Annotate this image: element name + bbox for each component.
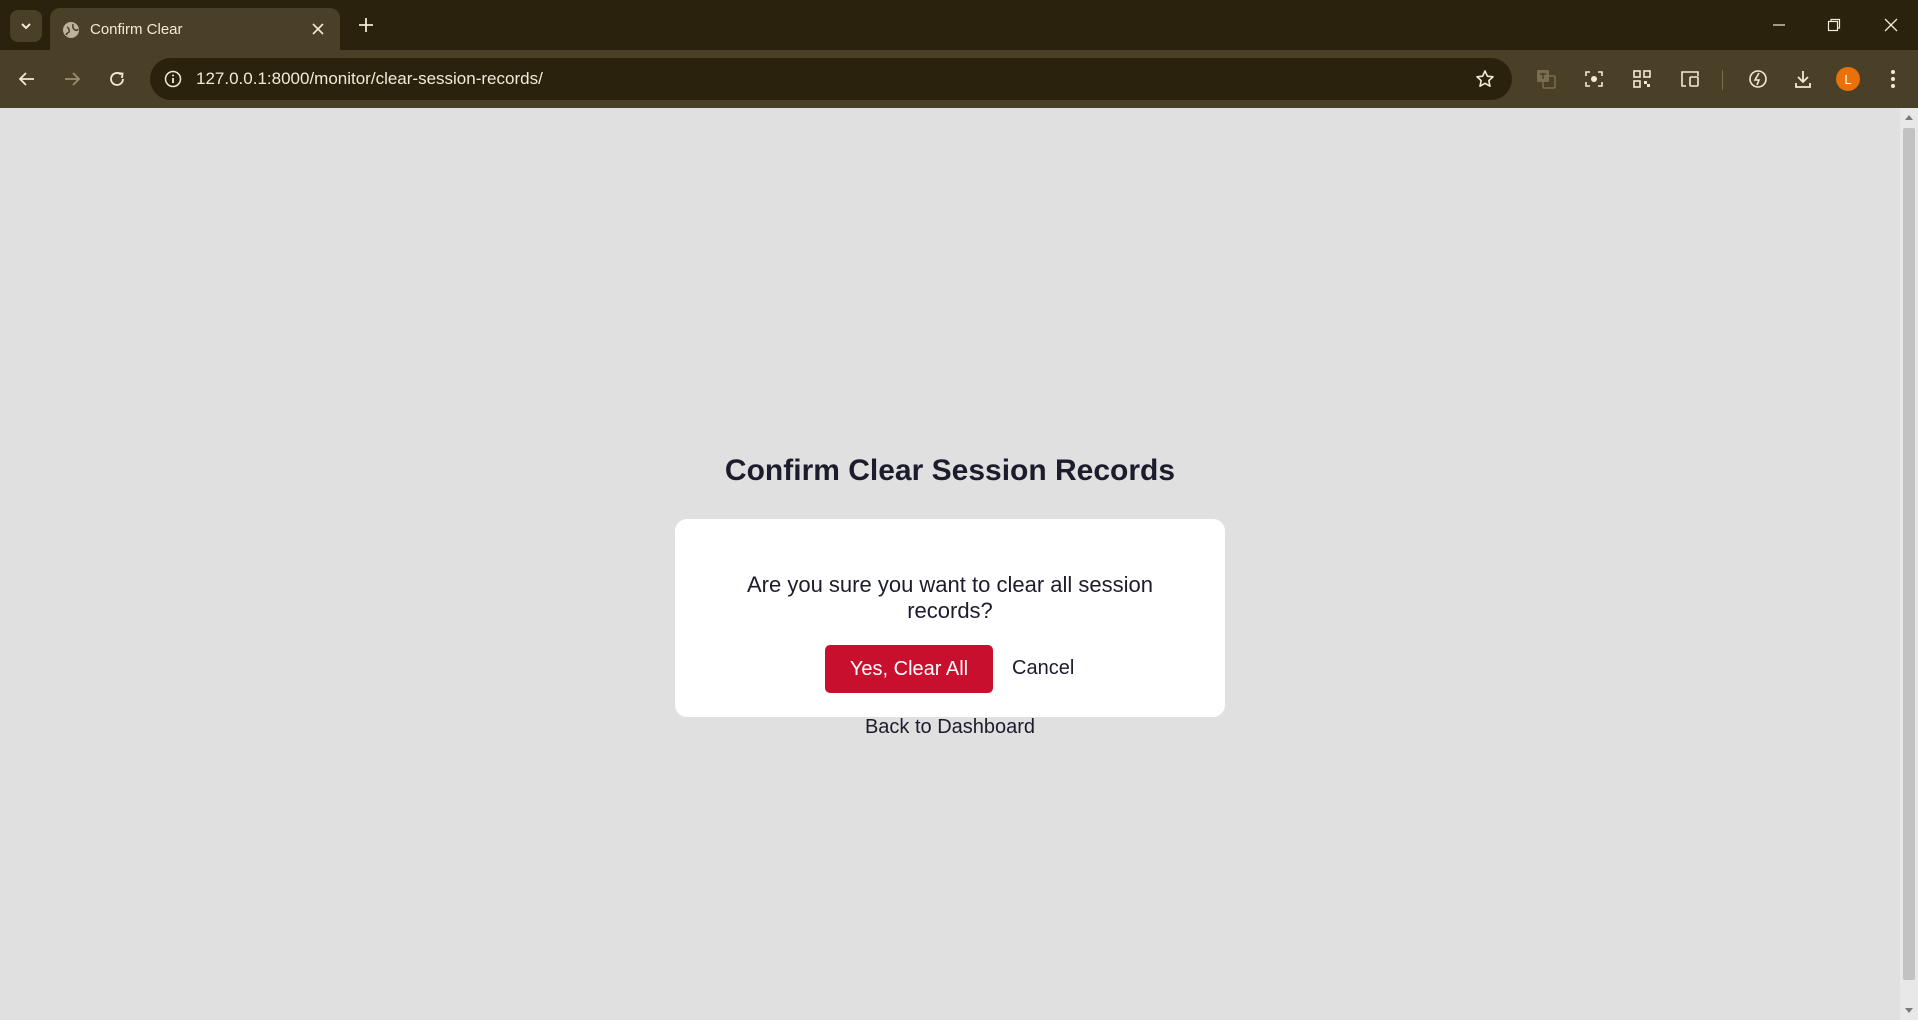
tab-search-icon[interactable] (10, 10, 42, 42)
back-arrow-icon[interactable] (12, 64, 42, 94)
vertical-scrollbar[interactable] (1900, 108, 1918, 1020)
info-icon[interactable] (162, 68, 184, 90)
avatar[interactable]: L (1836, 67, 1860, 91)
confirm-card: Are you sure you want to clear all sessi… (675, 519, 1225, 717)
download-icon[interactable] (1789, 65, 1817, 93)
page-viewport: Confirm Clear Session Records Are you su… (0, 108, 1900, 1020)
performance-icon[interactable] (1744, 65, 1772, 93)
star-icon[interactable] (1474, 68, 1496, 90)
plus-icon[interactable] (354, 13, 378, 37)
url-text[interactable]: 127.0.0.1:8000/monitor/clear-session-rec… (196, 69, 543, 89)
more-vert-icon[interactable] (1879, 65, 1907, 93)
scrollbar-thumb[interactable] (1903, 128, 1915, 980)
qr-code-icon[interactable] (1628, 65, 1656, 93)
toolbar-divider (1722, 70, 1723, 90)
scroll-down-icon[interactable] (1904, 1006, 1914, 1016)
translate-icon[interactable] (1532, 65, 1560, 93)
lens-icon[interactable] (1580, 65, 1608, 93)
back-to-dashboard-link: Back to Dashboard (0, 716, 1900, 739)
page-title: Confirm Clear Session Records (724, 454, 1176, 487)
browser-toolbar: 127.0.0.1:8000/monitor/clear-session-rec… (0, 50, 1918, 108)
confirm-question: Are you sure you want to clear all sessi… (747, 572, 1153, 623)
cast-icon[interactable] (1676, 65, 1704, 93)
back-to-dashboard-label[interactable]: Back to Dashboard (865, 716, 1035, 738)
active-tab[interactable]: Confirm Clear (50, 8, 340, 50)
tab-title: Confirm Clear (90, 21, 183, 38)
minimize-icon[interactable] (1764, 10, 1794, 40)
close-icon[interactable] (308, 19, 328, 39)
confirm-clear-button[interactable]: Yes, Clear All (825, 645, 993, 693)
forward-arrow-icon[interactable] (57, 64, 87, 94)
globe-icon (62, 21, 80, 39)
cancel-link[interactable]: Cancel (1012, 657, 1074, 680)
scroll-up-icon[interactable] (1904, 112, 1914, 122)
address-bar[interactable]: 127.0.0.1:8000/monitor/clear-session-rec… (150, 58, 1512, 100)
tab-strip: Confirm Clear (0, 0, 1918, 50)
window-close-icon[interactable] (1876, 10, 1906, 40)
reload-icon[interactable] (102, 64, 132, 94)
restore-icon[interactable] (1819, 10, 1849, 40)
